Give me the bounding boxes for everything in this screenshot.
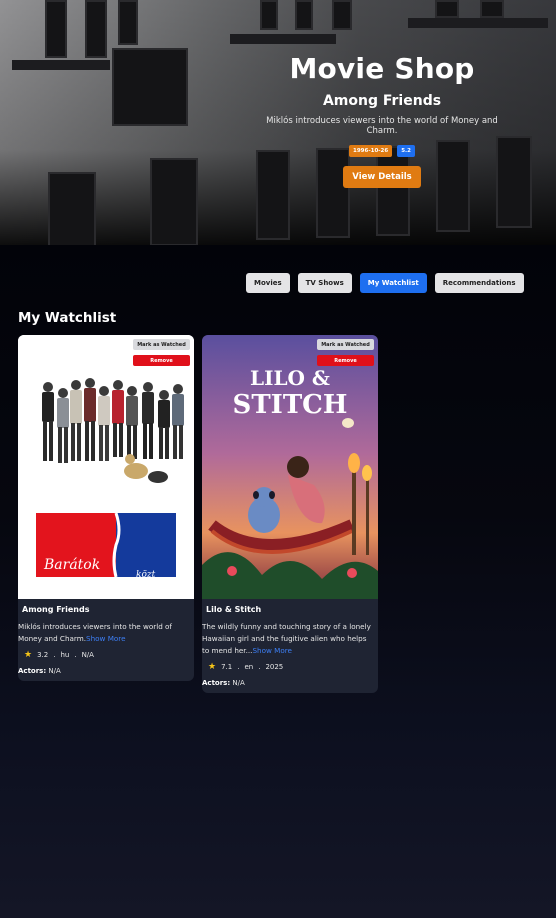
rating-value: 7.1 (221, 663, 233, 671)
actors-label: Actors: (202, 679, 231, 687)
mark-as-watched-button[interactable]: Mark as Watched (317, 339, 374, 350)
card-meta: ★ 3.2 . hu . N/A (24, 650, 94, 660)
card-meta: ★ 7.1 . en . 2025 (208, 662, 284, 672)
card-description: Miklós introduces viewers into the world… (18, 621, 194, 645)
hero-section: Movie Shop Among Friends Miklós introduc… (250, 52, 514, 188)
language-value: hu (60, 651, 70, 659)
rating-value: 3.2 (37, 651, 49, 659)
poster-image: Barátok közt Mark as Watched Remove (18, 335, 194, 599)
card-body: Among Friends Miklós introduces viewers … (18, 599, 194, 681)
actors-line: Actors: N/A (202, 679, 378, 687)
lilo-stitch-poster: LILO & STITCH (202, 335, 378, 599)
language-value: en (244, 663, 254, 671)
poster-image: LILO & STITCH Mark as Watched Remove (202, 335, 378, 599)
card-title: Among Friends (22, 605, 90, 614)
featured-movie-description: Miklós introduces viewers into the world… (266, 116, 498, 136)
svg-text:közt: közt (136, 570, 156, 580)
card-title: Lilo & Stitch (206, 605, 262, 614)
show-more-link[interactable]: Show More (86, 634, 126, 643)
remove-button[interactable]: Remove (133, 355, 190, 366)
featured-movie-title: Among Friends (322, 93, 442, 109)
card-body: Lilo & Stitch The wildly funny and touch… (202, 599, 378, 693)
show-more-link[interactable]: Show More (252, 646, 292, 655)
featured-badges: 1996-10-26 5.2 (250, 145, 514, 157)
card-actions: Mark as Watched Remove (133, 339, 190, 366)
site-title: Movie Shop (289, 52, 475, 85)
card-actions: Mark as Watched Remove (317, 339, 374, 366)
year-value: 2025 (265, 663, 284, 671)
view-details-button[interactable]: View Details (343, 166, 421, 188)
year-value: N/A (81, 651, 94, 659)
tab-movies[interactable]: Movies (246, 273, 290, 293)
star-icon: ★ (208, 662, 217, 672)
svg-text:STITCH: STITCH (233, 390, 348, 420)
remove-button[interactable]: Remove (317, 355, 374, 366)
actors-label: Actors: (18, 667, 47, 675)
tab-tv-shows[interactable]: TV Shows (297, 273, 352, 293)
actors-value: N/A (232, 679, 245, 687)
tab-recommendations[interactable]: Recommendations (434, 273, 524, 293)
actors-line: Actors: N/A (18, 667, 194, 675)
star-icon: ★ (24, 650, 33, 660)
svg-text:LILO &: LILO & (250, 366, 330, 390)
tab-my-watchlist[interactable]: My Watchlist (359, 273, 427, 293)
rating-badge: 5.2 (397, 145, 415, 157)
watchlist-card[interactable]: LILO & STITCH Mark as Watched Remove Lil… (202, 335, 378, 693)
mark-as-watched-button[interactable]: Mark as Watched (133, 339, 190, 350)
section-title: My Watchlist (18, 310, 117, 326)
svg-text:Barátok: Barátok (43, 557, 100, 573)
watchlist-card[interactable]: Barátok közt Mark as Watched Remove Amon… (18, 335, 194, 681)
among-friends-poster: Barátok közt (18, 335, 194, 599)
card-description: The wildly funny and touching story of a… (202, 621, 378, 657)
actors-value: N/A (48, 667, 61, 675)
category-tabs: Movies TV Shows My Watchlist Recommendat… (246, 273, 524, 293)
release-date-badge: 1996-10-26 (349, 145, 393, 157)
